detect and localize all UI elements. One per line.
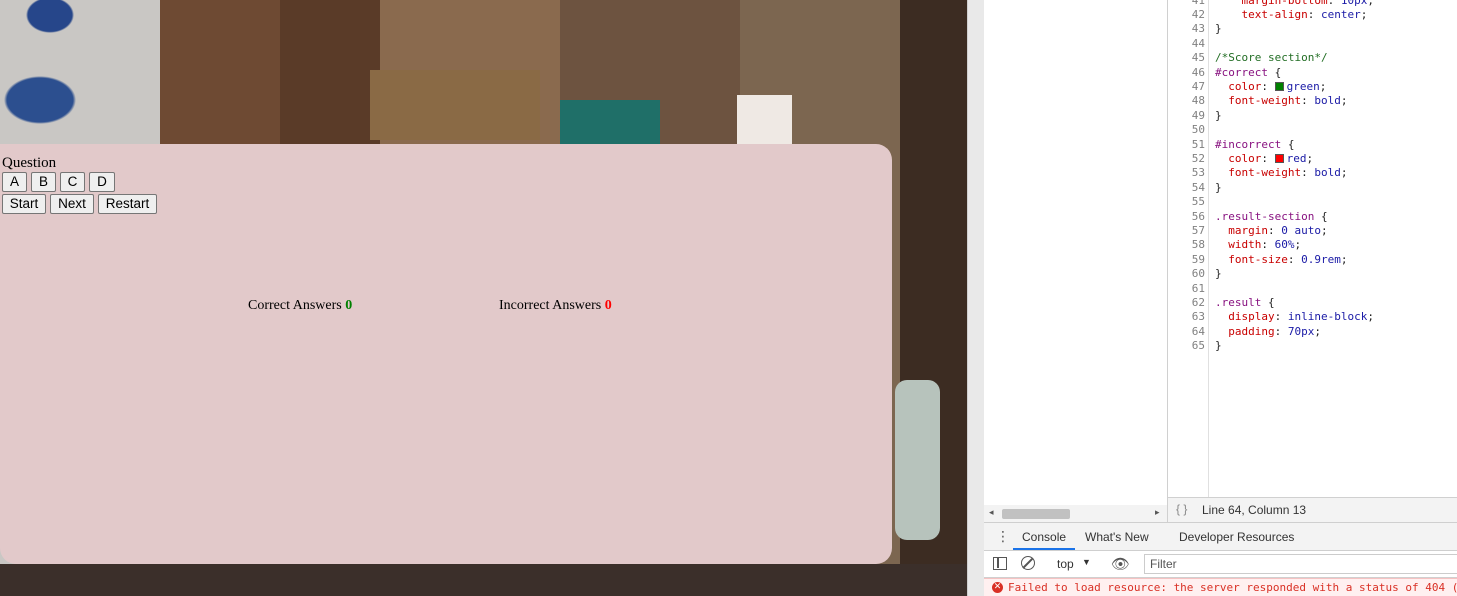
cursor-position: Line 64, Column 13	[1202, 503, 1307, 517]
line-number: 41	[1191, 0, 1205, 7]
code-line: margin-bottom: 10px;	[1241, 0, 1374, 7]
code-line: }	[1215, 267, 1222, 281]
clear-console-icon[interactable]	[1021, 556, 1035, 570]
line-number: 60	[1191, 267, 1205, 281]
code-line: font-weight: bold;	[1228, 94, 1348, 108]
answer-button-d[interactable]: D	[89, 172, 115, 192]
code-line: font-weight: bold;	[1228, 166, 1348, 180]
line-number: 65	[1191, 339, 1205, 353]
jug-decor	[895, 380, 940, 540]
code-line: /*Score section*/	[1215, 51, 1328, 65]
line-number: 61	[1191, 281, 1205, 295]
line-number: 42	[1191, 7, 1205, 21]
line-number: 57	[1191, 223, 1205, 237]
more-options-icon[interactable]: ⋮	[996, 528, 1010, 545]
line-number: 43	[1191, 22, 1205, 36]
editor-status-bar: { } Line 64, Column 13	[1168, 497, 1457, 522]
horizontal-scrollbar[interactable]: ◂ ▸	[984, 505, 1167, 522]
line-number-gutter: 41 42 43 44 45 46 47 48 49 50 51 52 53 54 55 56 57 58 59 60…	[1168, 0, 1209, 497]
quiz-container: Question A B C D Start Next Restart Corr…	[0, 144, 892, 564]
context-selector[interactable]: top	[1057, 557, 1074, 571]
scroll-left-icon[interactable]: ◂	[989, 508, 994, 518]
line-number: 58	[1191, 238, 1205, 252]
correct-answers-count: 0	[345, 298, 353, 313]
pretty-print-icon[interactable]: { }	[1176, 502, 1187, 516]
code-line: margin: 0 auto;	[1228, 223, 1328, 237]
incorrect-answers: Incorrect Answers 0	[499, 298, 612, 314]
line-number: 44	[1191, 36, 1205, 50]
code-line: width: 60%;	[1228, 238, 1302, 252]
sidebar-toggle-icon[interactable]	[993, 557, 1007, 570]
code-line: }	[1215, 22, 1222, 36]
tab-developer-resources[interactable]: Developer Resources	[1179, 530, 1294, 544]
answer-button-c[interactable]: C	[60, 172, 85, 192]
line-number: 48	[1191, 94, 1205, 108]
question-text: Question	[2, 155, 57, 171]
floor-decor	[0, 564, 967, 596]
next-button[interactable]: Next	[50, 194, 94, 214]
line-number: 51	[1191, 137, 1205, 151]
scrollbar-thumb[interactable]	[1002, 509, 1070, 519]
chevron-down-icon[interactable]: ▼	[1082, 557, 1091, 567]
glassware-decor	[560, 100, 660, 144]
code-line: .result-section {	[1215, 209, 1328, 223]
incorrect-answers-label: Incorrect Answers	[499, 298, 602, 313]
incorrect-answers-count: 0	[604, 298, 612, 313]
code-line: display: inline-block;	[1228, 310, 1374, 324]
line-number: 55	[1191, 195, 1205, 209]
code-line: .result {	[1215, 295, 1275, 309]
line-number: 45	[1191, 51, 1205, 65]
code-line: text-align: center;	[1241, 7, 1368, 21]
answer-button-a[interactable]: A	[2, 172, 27, 192]
filter-input[interactable]	[1144, 554, 1457, 574]
shelf-decor	[370, 70, 540, 140]
devtools-panel: ◂ ▸ 41 42 43 44 45 46 47 48 49 50 51 52 53 54 55 56 57 58…	[984, 0, 1457, 596]
correct-answers: Correct Answers 0	[248, 298, 352, 314]
active-tab-indicator	[1013, 548, 1075, 550]
code-line: padding: 70px;	[1228, 324, 1321, 338]
error-icon: ✕	[992, 582, 1003, 593]
candle-decor	[737, 95, 792, 144]
error-text: Failed to load resource: the server resp…	[1008, 581, 1457, 594]
console-toolbar: top ▼ 👁	[984, 551, 1457, 578]
color-swatch-icon[interactable]	[1274, 81, 1284, 91]
code-line: #incorrect {	[1215, 137, 1295, 151]
line-number: 50	[1191, 123, 1205, 137]
start-button[interactable]: Start	[2, 194, 46, 214]
line-number: 59	[1191, 252, 1205, 266]
code-line: color: green;	[1228, 79, 1327, 93]
code-line: #correct {	[1215, 65, 1282, 79]
page-viewport: Question A B C D Start Next Restart Corr…	[0, 0, 967, 596]
color-swatch-icon[interactable]	[1274, 153, 1284, 163]
code-line: }	[1215, 339, 1222, 353]
console-error-message: ✕ Failed to load resource: the server re…	[984, 578, 1457, 596]
scroll-right-icon[interactable]: ▸	[1155, 508, 1160, 518]
line-number: 62	[1191, 295, 1205, 309]
file-navigator-pane: ◂ ▸	[984, 0, 1168, 522]
line-number: 54	[1191, 180, 1205, 194]
line-number: 63	[1191, 310, 1205, 324]
devtools-resize-handle[interactable]	[967, 0, 985, 596]
line-number: 49	[1191, 108, 1205, 122]
line-number: 47	[1191, 79, 1205, 93]
code-line: }	[1215, 180, 1222, 194]
line-number: 52	[1191, 151, 1205, 165]
correct-answers-label: Correct Answers	[248, 298, 342, 313]
code-line: }	[1215, 108, 1222, 122]
eye-icon[interactable]: 👁	[1111, 555, 1130, 573]
answer-button-b[interactable]: B	[31, 172, 56, 192]
line-number: 64	[1191, 324, 1205, 338]
line-number: 56	[1191, 209, 1205, 223]
line-number: 46	[1191, 65, 1205, 79]
source-editor[interactable]: 41 42 43 44 45 46 47 48 49 50 51 52 53 54 55 56 57 58 59 60…	[1168, 0, 1457, 497]
tab-whats-new[interactable]: What's New	[1085, 530, 1149, 544]
code-line: font-size: 0.9rem;	[1228, 252, 1348, 266]
restart-button[interactable]: Restart	[98, 194, 157, 214]
line-number: 53	[1191, 166, 1205, 180]
code-line: color: red;	[1228, 151, 1314, 165]
tab-console[interactable]: Console	[1022, 530, 1066, 544]
drawer-tabbar: ⋮ Console What's New Developer Resources	[984, 522, 1457, 551]
